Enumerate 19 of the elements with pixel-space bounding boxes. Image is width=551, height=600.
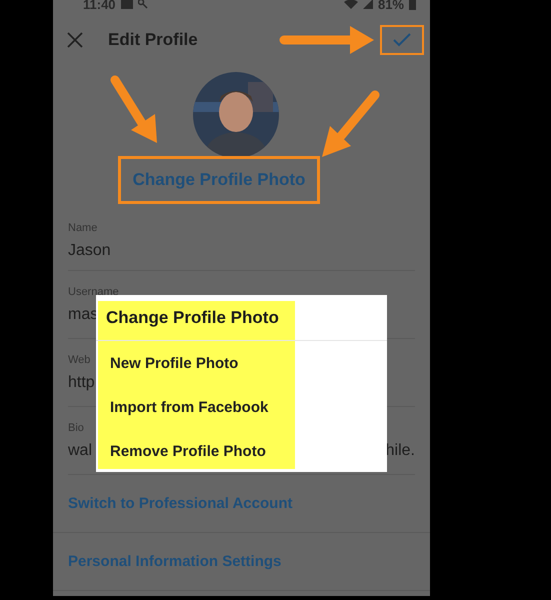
field-value[interactable]: http xyxy=(68,374,95,392)
field-value[interactable]: Jason xyxy=(68,242,111,260)
signal-icon xyxy=(362,0,373,9)
check-icon[interactable] xyxy=(393,33,411,47)
close-icon[interactable] xyxy=(67,32,83,48)
menu-item[interactable]: New Profile Photo xyxy=(110,354,238,372)
field-value[interactable]: wal xyxy=(68,442,92,460)
settings-link[interactable]: Switch to Professional Account xyxy=(68,495,292,512)
settings-link[interactable]: Personal Information Settings xyxy=(68,553,282,570)
menu-item[interactable]: Import from Facebook xyxy=(110,398,268,416)
image-icon xyxy=(120,0,133,9)
arrow xyxy=(322,90,380,157)
wifi-icon xyxy=(344,0,358,9)
battery-icon xyxy=(409,0,416,10)
dialog-title: Change Profile Photo xyxy=(106,308,279,328)
arrow xyxy=(110,76,157,143)
screen-title: Edit Profile xyxy=(108,30,198,50)
menu-item[interactable]: Remove Profile Photo xyxy=(110,442,266,460)
change-photo-link[interactable]: Change Profile Photo xyxy=(118,156,320,204)
